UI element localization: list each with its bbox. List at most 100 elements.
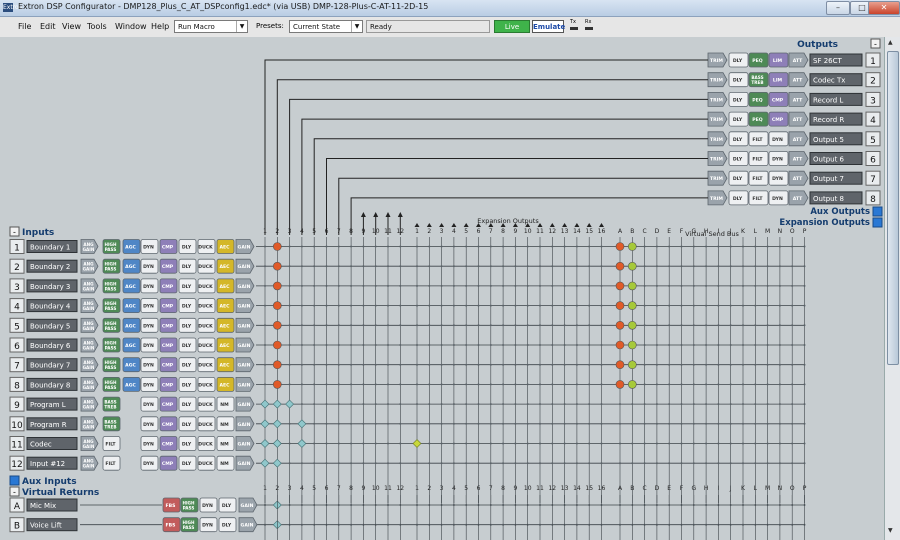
aux-outputs-expand-icon[interactable] <box>872 206 883 217</box>
matrix-junction[interactable] <box>337 383 340 386</box>
matrix-junction[interactable] <box>766 245 769 248</box>
matrix-junction[interactable] <box>668 422 671 425</box>
matrix-junction[interactable] <box>350 245 353 248</box>
matrix-junction[interactable] <box>791 324 794 327</box>
matrix-junction[interactable] <box>655 363 658 366</box>
matrix-junction[interactable] <box>643 304 646 307</box>
matrix-junction[interactable] <box>791 403 794 406</box>
matrix-junction[interactable] <box>754 442 757 445</box>
matrix-junction[interactable] <box>350 442 353 445</box>
matrix-junction[interactable] <box>514 344 517 346</box>
matrix-junction[interactable] <box>526 324 529 327</box>
matrix-junction[interactable] <box>350 324 353 327</box>
matrix-junction[interactable] <box>705 324 708 327</box>
matrix-junction[interactable] <box>313 363 316 366</box>
matrix-junction[interactable] <box>489 284 492 287</box>
matrix-junction[interactable] <box>563 422 566 425</box>
matrix-junction[interactable] <box>264 245 266 248</box>
matrix-junction[interactable] <box>539 284 541 287</box>
matrix-junction[interactable] <box>416 383 418 386</box>
matrix-junction[interactable] <box>416 245 418 248</box>
matrix-junction[interactable] <box>791 284 794 287</box>
matrix-junction[interactable] <box>514 403 517 406</box>
matrix-junction[interactable] <box>643 422 646 425</box>
matrix-junction[interactable] <box>631 462 634 465</box>
matrix-junction[interactable] <box>791 344 794 346</box>
matrix-junction[interactable] <box>465 304 468 307</box>
matrix-junction[interactable] <box>551 265 554 268</box>
matrix-junction[interactable] <box>288 284 291 287</box>
matrix-junction[interactable] <box>452 304 455 307</box>
matrix-junction[interactable] <box>600 442 603 445</box>
matrix-junction[interactable] <box>374 403 377 406</box>
matrix-junction[interactable] <box>337 422 340 425</box>
matrix-junction[interactable] <box>600 344 603 346</box>
matrix-junction[interactable] <box>502 344 505 346</box>
matrix-junction[interactable] <box>502 304 505 307</box>
matrix-junction[interactable] <box>692 363 695 366</box>
matrix-junction[interactable] <box>428 245 431 248</box>
matrix-junction[interactable] <box>502 363 505 366</box>
matrix-junction[interactable] <box>717 403 720 406</box>
matrix-junction[interactable] <box>754 462 757 465</box>
matrix-junction[interactable] <box>729 284 732 287</box>
crosspoint-active[interactable] <box>272 261 282 271</box>
matrix-junction[interactable] <box>754 363 757 366</box>
matrix-junction[interactable] <box>766 462 769 465</box>
crosspoint-active[interactable] <box>272 340 282 350</box>
matrix-junction[interactable] <box>588 403 591 406</box>
matrix-junction[interactable] <box>313 344 316 346</box>
matrix-junction[interactable] <box>705 245 708 248</box>
matrix-junction[interactable] <box>643 344 646 346</box>
menu-tools[interactable]: Tools <box>87 22 107 31</box>
matrix-junction[interactable] <box>600 284 603 287</box>
matrix-junction[interactable] <box>575 304 578 307</box>
matrix-junction[interactable] <box>362 324 365 327</box>
matrix-junction[interactable] <box>399 304 402 307</box>
matrix-junction[interactable] <box>477 324 480 327</box>
matrix-junction[interactable] <box>742 403 744 406</box>
matrix-junction[interactable] <box>440 363 443 366</box>
matrix-junction[interactable] <box>692 462 695 465</box>
matrix-junction[interactable] <box>300 265 303 268</box>
matrix-junction[interactable] <box>477 284 480 287</box>
matrix-junction[interactable] <box>416 304 418 307</box>
scroll-down-icon[interactable]: ▼ <box>888 527 893 534</box>
matrix-junction[interactable] <box>440 245 443 248</box>
matrix-junction[interactable] <box>575 442 578 445</box>
matrix-junction[interactable] <box>452 265 455 268</box>
matrix-junction[interactable] <box>337 462 340 465</box>
matrix-junction[interactable] <box>325 422 328 425</box>
matrix-junction[interactable] <box>502 403 505 406</box>
matrix-junction[interactable] <box>729 344 732 346</box>
matrix-junction[interactable] <box>754 304 757 307</box>
matrix-junction[interactable] <box>428 344 431 346</box>
matrix-junction[interactable] <box>705 265 708 268</box>
matrix-junction[interactable] <box>791 304 794 307</box>
matrix-junction[interactable] <box>680 442 683 445</box>
matrix-junction[interactable] <box>668 462 671 465</box>
matrix-junction[interactable] <box>362 422 365 425</box>
matrix-junction[interactable] <box>387 245 389 248</box>
matrix-junction[interactable] <box>588 324 591 327</box>
matrix-junction[interactable] <box>705 442 708 445</box>
matrix-junction[interactable] <box>387 403 389 406</box>
matrix-junction[interactable] <box>465 344 468 346</box>
matrix-junction[interactable] <box>362 403 365 406</box>
matrix-junction[interactable] <box>350 344 353 346</box>
matrix-junction[interactable] <box>668 403 671 406</box>
matrix-junction[interactable] <box>337 245 340 248</box>
matrix-junction[interactable] <box>440 324 443 327</box>
matrix-junction[interactable] <box>575 324 578 327</box>
matrix-junction[interactable] <box>526 383 529 386</box>
matrix-junction[interactable] <box>452 403 455 406</box>
matrix-junction[interactable] <box>416 363 418 366</box>
matrix-junction[interactable] <box>514 383 517 386</box>
matrix-junction[interactable] <box>575 265 578 268</box>
matrix-junction[interactable] <box>387 422 389 425</box>
crosspoint-active[interactable] <box>260 399 270 409</box>
matrix-junction[interactable] <box>778 403 781 406</box>
matrix-junction[interactable] <box>300 245 303 248</box>
matrix-junction[interactable] <box>514 442 517 445</box>
matrix-junction[interactable] <box>600 304 603 307</box>
